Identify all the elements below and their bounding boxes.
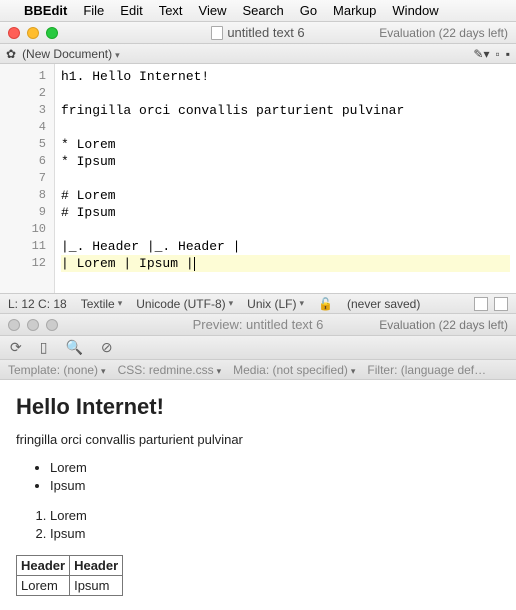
document-subbar: ✿ (New Document) ✎▾ ▫ ▪ [0,44,516,64]
media-popup[interactable]: Media: (not specified) [233,363,355,377]
list-item: Ipsum [50,477,500,495]
table-row: Lorem Ipsum [17,576,123,596]
menu-search[interactable]: Search [243,3,284,18]
document-icon [211,26,223,40]
list-item: Lorem [50,507,500,525]
preview-filters: Template: (none) CSS: redmine.css Media:… [0,360,516,380]
gear-icon[interactable]: ✿ [6,47,16,61]
encoding-popup[interactable]: Unicode (UTF-8) [136,297,233,311]
document-icon[interactable]: ▯ [40,339,48,356]
preview-toolbar: ⟳ ▯ 🔍 ⊘ [0,336,516,360]
template-popup[interactable]: Template: (none) [8,363,106,377]
menu-edit[interactable]: Edit [120,3,142,18]
preview-ul: Lorem Ipsum [50,459,500,495]
list-item: Ipsum [50,525,500,543]
search-icon[interactable]: 🔍 [65,339,82,356]
status-icon-1[interactable] [474,297,488,311]
code-area[interactable]: h1. Hello Internet!fringilla orci conval… [55,64,516,293]
menu-text[interactable]: Text [159,3,183,18]
reload-icon[interactable]: ⟳ [10,339,22,356]
preview-title: Preview: untitled text 6 [0,317,516,332]
preview-paragraph: fringilla orci convallis parturient pulv… [16,432,500,447]
saved-status: (never saved) [347,297,420,311]
css-popup[interactable]: CSS: redmine.css [118,363,222,377]
menu-bbedit[interactable]: BBEdit [24,3,67,18]
document-popup[interactable]: (New Document) [22,47,120,61]
lock-icon[interactable]: 🔓 [318,297,333,311]
menu-file[interactable]: File [83,3,104,18]
editor-pane: 123456789101112 h1. Hello Internet!fring… [0,64,516,294]
status-icon-2[interactable] [494,297,508,311]
cursor-position: L: 12 C: 18 [8,297,67,311]
menu-window[interactable]: Window [392,3,438,18]
menubar[interactable]: BBEdit File Edit Text View Search Go Mar… [0,0,516,22]
tool-icon-3[interactable]: ▪ [506,47,510,61]
lineending-popup[interactable]: Unix (LF) [247,297,304,311]
preview-pane: Hello Internet! fringilla orci convallis… [0,380,516,610]
window-title: untitled text 6 [0,25,516,40]
table-header: Header [17,556,70,576]
table-row: Header Header [17,556,123,576]
compass-icon[interactable]: ⊘ [101,339,113,356]
preview-heading: Hello Internet! [16,394,500,420]
status-bar: L: 12 C: 18 Textile Unicode (UTF-8) Unix… [0,294,516,314]
table-cell: Ipsum [70,576,123,596]
preview-table: Header Header Lorem Ipsum [16,555,123,596]
menu-markup[interactable]: Markup [333,3,376,18]
language-popup[interactable]: Textile [81,297,123,311]
window-titlebar: untitled text 6 Evaluation (22 days left… [0,22,516,44]
title-text: untitled text 6 [227,25,304,40]
preview-titlebar: Preview: untitled text 6 Evaluation (22 … [0,314,516,336]
list-item: Lorem [50,459,500,477]
menu-go[interactable]: Go [300,3,317,18]
tool-icon-1[interactable]: ✎▾ [473,47,489,61]
filter-popup[interactable]: Filter: (language def… [367,363,486,377]
table-header: Header [70,556,123,576]
line-gutter: 123456789101112 [0,64,55,293]
preview-ol: Lorem Ipsum [50,507,500,543]
tool-icon-2[interactable]: ▫ [495,47,499,61]
table-cell: Lorem [17,576,70,596]
menu-view[interactable]: View [199,3,227,18]
